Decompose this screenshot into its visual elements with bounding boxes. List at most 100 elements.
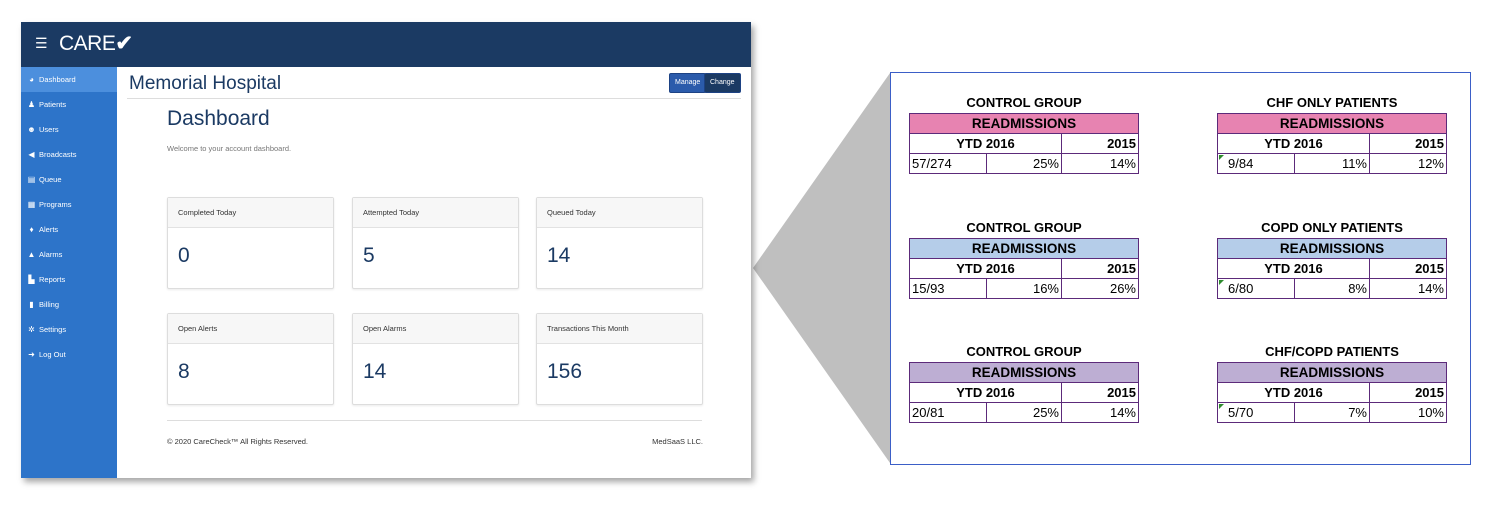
copyright-text: © 2020 CareCheck™ All Rights Reserved. [167,437,309,446]
sidebar-item-label: Dashboard [39,75,76,84]
sidebar-item-broadcasts[interactable]: ◀ Broadcasts [21,142,117,167]
prior-pct-cell: 26% [1061,278,1139,299]
card-value: 5 [363,244,375,267]
prior-pct-cell: 14% [1061,402,1139,423]
sidebar-item-label: Reports [39,275,66,284]
manage-button[interactable]: Manage [669,73,707,93]
sidebar-item-dashboard[interactable]: ◕ Dashboard [21,67,117,92]
sidebar-item-alarms[interactable]: ▲ Alarms [21,242,117,267]
cogs-icon: ✲ [28,325,35,334]
error-marker-icon [1219,404,1224,409]
chart-icon: ▙ [28,275,35,284]
ytd-header: YTD 2016 [909,382,1062,403]
check-icon: ✔ [115,32,133,55]
top-bar: ☰ CARE✔ [21,22,751,67]
sidebar-item-label: Settings [39,325,67,334]
ytd-header: YTD 2016 [909,133,1062,154]
sidebar-item-label: Broadcasts [39,150,77,159]
readmission-group-control-3: CONTROL GROUP READMISSIONS YTD 2016 2015 … [909,342,1139,423]
readmission-table: READMISSIONS YTD 2016 2015 15/93 16% 26% [909,238,1139,299]
ytd-header: YTD 2016 [1217,382,1370,403]
sidebar-item-programs[interactable]: ▦ Programs [21,192,117,217]
fraction-cell: 15/93 [909,278,987,299]
change-button[interactable]: Change [704,73,741,93]
main-content: Memorial Hospital Manage Change Dashboar… [117,67,751,478]
readmissions-panel: CONTROL GROUP READMISSIONS YTD 2016 2015 … [890,72,1471,465]
sidebar-item-billing[interactable]: ▮ Billing [21,292,117,317]
warning-icon: ▲ [27,250,36,259]
fraction-value: 5/70 [1228,405,1254,420]
prior-year-header: 2015 [1061,382,1139,403]
page-title: Memorial Hospital [129,73,282,94]
sidebar-item-patients[interactable]: ♟ Patients [21,92,117,117]
hamburger-icon[interactable]: ☰ [35,35,48,52]
prior-year-header: 2015 [1061,133,1139,154]
readmissions-header: READMISSIONS [909,113,1139,134]
readmission-group-chf: CHF ONLY PATIENTS READMISSIONS YTD 2016 2… [1217,93,1447,174]
ytd-pct-cell: 16% [986,278,1062,299]
sidebar-item-reports[interactable]: ▙ Reports [21,267,117,292]
readmissions-header: READMISSIONS [909,238,1139,259]
fraction-cell: 20/81 [909,402,987,423]
sidebar-item-queue[interactable]: ▤ Queue [21,167,117,192]
group-title: CONTROL GROUP [966,220,1082,235]
stat-card-open-alerts: Open Alerts 8 [167,313,334,405]
dashboard-heading: Dashboard [167,107,270,130]
app-logo: CARE✔ [59,31,133,56]
prior-year-header: 2015 [1369,133,1447,154]
fraction-cell: 6/80 [1217,278,1295,299]
group-title: CHF/COPD PATIENTS [1265,344,1399,359]
sidebar: ◕ Dashboard ♟ Patients ☻ Users ◀ Broadcasts … [21,67,117,478]
readmission-group-control-2: CONTROL GROUP READMISSIONS YTD 2016 2015 … [909,218,1139,299]
readmission-table: READMISSIONS YTD 2016 2015 20/81 25% 14% [909,362,1139,423]
ytd-pct-cell: 11% [1294,153,1370,174]
card-label: Open Alarms [353,314,518,344]
sidebar-item-settings[interactable]: ✲ Settings [21,317,117,342]
card-label: Attempted Today [353,198,518,228]
sidebar-item-label: Alerts [39,225,59,234]
sidebar-item-alerts[interactable]: ♦ Alerts [21,217,117,242]
logout-icon: ➜ [28,350,35,359]
card-label: Transactions This Month [537,314,702,344]
stat-card-completed: Completed Today 0 [167,197,334,289]
group-title: CONTROL GROUP [966,95,1082,110]
card-label: Queued Today [537,198,702,228]
stat-card-open-alarms: Open Alarms 14 [352,313,519,405]
invoice-icon: ▮ [29,300,34,309]
sidebar-item-label: Users [39,125,59,134]
readmissions-header: READMISSIONS [1217,113,1447,134]
readmission-group-chf-copd: CHF/COPD PATIENTS READMISSIONS YTD 2016 2… [1217,342,1447,423]
card-value: 14 [363,360,387,383]
card-label: Completed Today [168,198,333,228]
file-icon: ▦ [27,200,36,209]
prior-year-header: 2015 [1369,258,1447,279]
sidebar-item-logout[interactable]: ➜ Log Out [21,342,117,367]
sidebar-item-label: Alarms [39,250,63,259]
prior-pct-cell: 14% [1369,278,1447,299]
prior-pct-cell: 12% [1369,153,1447,174]
fraction-cell: 57/274 [909,153,987,174]
card-value: 156 [547,360,583,383]
sidebar-item-label: Billing [39,300,60,309]
bell-icon: ♦ [29,225,34,234]
card-label: Open Alerts [168,314,333,344]
header-divider [127,98,741,99]
company-text: MedSaaS LLC. [652,437,703,446]
prior-pct-cell: 10% [1369,402,1447,423]
user-icon: ♟ [27,100,36,109]
welcome-text: Welcome to your account dashboard. [167,144,292,153]
stat-card-attempted: Attempted Today 5 [352,197,519,289]
sidebar-item-users[interactable]: ☻ Users [21,117,117,142]
logo-text: CARE [59,32,116,55]
prior-year-header: 2015 [1061,258,1139,279]
prior-pct-cell: 14% [1061,153,1139,174]
fraction-cell: 9/84 [1217,153,1295,174]
megaphone-icon: ◀ [28,150,35,159]
stat-card-transactions: Transactions This Month 156 [536,313,703,405]
group-title: COPD ONLY PATIENTS [1261,220,1403,235]
fraction-cell: 5/70 [1217,402,1295,423]
readmission-group-control-1: CONTROL GROUP READMISSIONS YTD 2016 2015 … [909,93,1139,174]
ytd-header: YTD 2016 [909,258,1062,279]
readmissions-header: READMISSIONS [1217,362,1447,383]
readmissions-header: READMISSIONS [909,362,1139,383]
